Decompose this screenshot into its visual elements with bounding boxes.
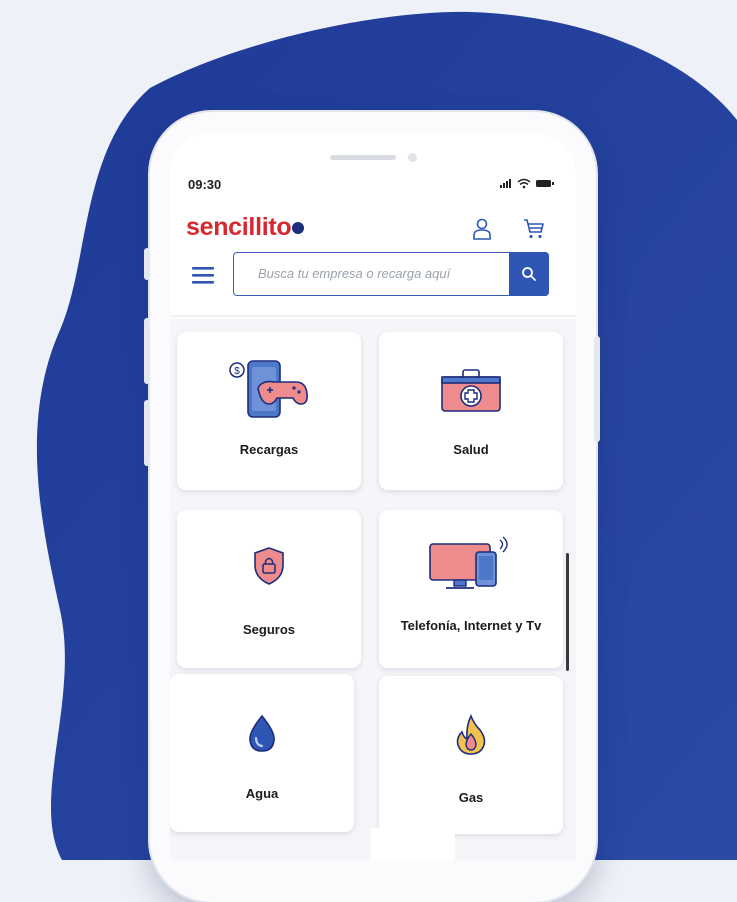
search-button[interactable] [509,251,549,296]
hamburger-menu-icon[interactable] [192,265,214,285]
category-label: Telefonía, Internet y Tv [400,618,542,633]
tv-phone-icon [429,536,508,589]
brand-logo-dot [292,222,305,234]
status-time: 09:30 [188,177,222,192]
category-card-recargas[interactable]: $ Recargas [177,332,361,490]
category-card-seguros[interactable]: Seguros [177,510,361,668]
card-peek [371,828,455,860]
category-grid: $ Recargas Salud Seguros Telefonía, Inte… [170,318,576,860]
header-divider [170,315,576,317]
phone-camera [408,153,417,162]
svg-text:$: $ [234,366,240,377]
water-drop-icon [249,714,275,752]
status-icons [498,177,556,192]
category-label: Recargas [239,442,299,457]
phone-power-button [594,336,600,442]
category-label: Gas [458,790,484,805]
search-icon [522,266,536,281]
user-icon[interactable] [470,217,494,241]
category-card-telefonia[interactable]: Telefonía, Internet y Tv [379,510,563,668]
phone-side-button [144,318,150,384]
category-card-agua[interactable]: Agua [170,674,354,832]
category-card-salud[interactable]: Salud [379,332,563,490]
signal-wifi-battery-icon [500,178,554,189]
brand-logo[interactable]: sencillito [186,213,305,242]
flame-icon [456,714,486,755]
brand-name: sencillito [186,213,292,241]
scrollbar[interactable] [566,553,569,671]
shield-lock-icon [254,547,284,585]
medical-kit-icon [441,369,501,412]
phone-side-button [144,400,150,466]
phone-side-button [144,248,150,280]
category-card-gas[interactable]: Gas [379,676,563,834]
category-label: Agua [245,786,279,801]
phone-speaker [330,155,396,160]
category-label: Seguros [242,622,295,637]
phone-gamepad-icon: $ [229,360,308,418]
cart-icon[interactable] [522,217,546,241]
app-screen: 09:30 sencillito Busca tu empresa o reca… [170,133,576,860]
search-box [233,251,549,296]
category-label: Salud [453,442,489,457]
search-input[interactable] [234,253,528,293]
